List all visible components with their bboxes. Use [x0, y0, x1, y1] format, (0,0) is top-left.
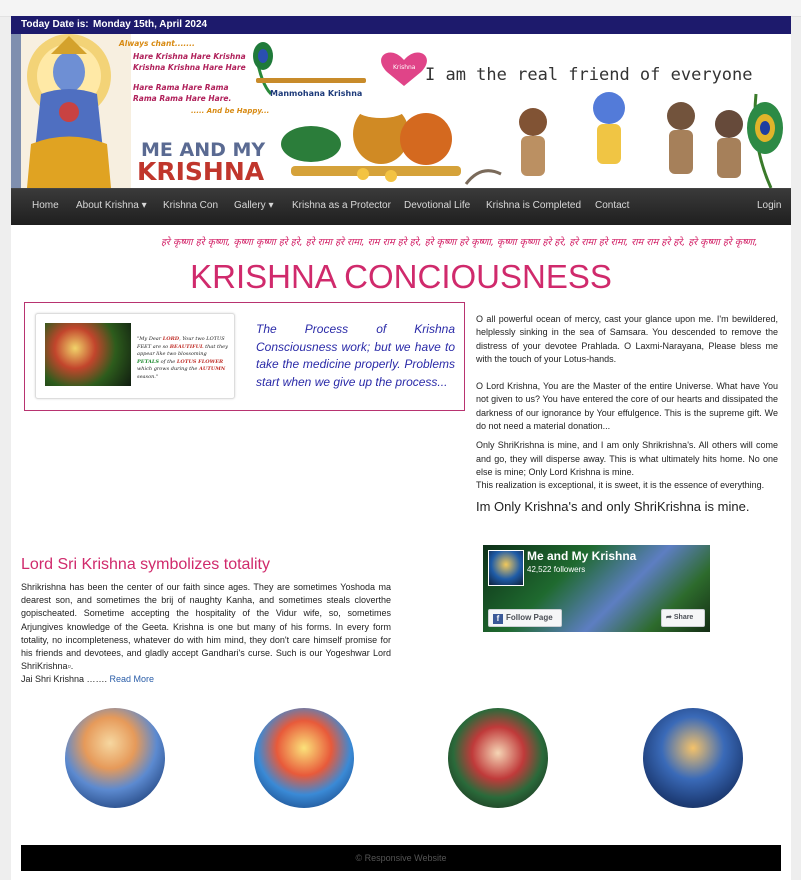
facebook-followers-count: 42,522 followers: [527, 565, 586, 574]
nav-gallery[interactable]: Gallery ▾: [234, 189, 273, 225]
date-label: Today Date is:: [21, 19, 89, 30]
facebook-page-widget[interactable]: Me and My Krishna 42,522 followers f Foll…: [483, 545, 710, 632]
nav-home[interactable]: Home: [32, 189, 59, 225]
prayer-paragraph-3: Only ShriKrishna is mine, and I am only …: [476, 440, 778, 477]
butter-pots-image: [281, 102, 502, 185]
facebook-icon: f: [493, 614, 503, 624]
browser-top-strip: [0, 0, 801, 17]
nav-krishna-protector[interactable]: Krishna as a Protector: [292, 189, 391, 225]
krishna-process-quote: The Process of Krishna Consciousness wor…: [256, 322, 455, 389]
brand-line-2: KRISHNA: [137, 157, 265, 186]
nav-devotional-life[interactable]: Devotional Life: [404, 189, 470, 225]
site-footer: © Responsive Website: [21, 845, 781, 871]
prayer-paragraph-1: O all powerful ocean of mercy, cast your…: [476, 314, 778, 364]
quote-box: "My Dear LORD, Your two LOTUS FEET are s…: [24, 302, 465, 411]
banner-tagline: I am the real friend of everyone: [425, 65, 753, 85]
nav-krishna-con[interactable]: Krishna Con: [163, 189, 218, 225]
krishna-closeup-image[interactable]: [448, 708, 548, 808]
chant-line-6: ..... And be Happy...: [191, 107, 269, 115]
banner-artwork: Always chant....... Hare Krishna Hare Kr…: [11, 34, 783, 188]
krishna-cow-image[interactable]: [643, 708, 743, 808]
prayer-column: O all powerful ocean of mercy, cast your…: [476, 313, 778, 493]
nav-login[interactable]: Login: [757, 189, 781, 225]
chant-line-3: Krishna Krishna Hare Hare: [133, 63, 246, 72]
heart-icon: Krishna: [381, 52, 427, 86]
thumbnail-caption: "My Dear LORD, Your two LOTUS FEET are s…: [137, 336, 228, 380]
section-body: Shrikrishna has been the center of our f…: [21, 581, 391, 687]
lotus-feet-thumbnail[interactable]: "My Dear LORD, Your two LOTUS FEET are s…: [35, 313, 235, 399]
nav-about-krishna[interactable]: About Krishna ▾: [76, 189, 147, 225]
date-bar: Today Date is: Monday 15th, April 2024: [11, 16, 791, 34]
prayer-paragraph-2: O Lord Krishna, You are the Master of th…: [476, 381, 778, 432]
header-banner: Always chant....... Hare Krishna Hare Kr…: [11, 34, 791, 188]
flute-caption: Manmohana Krishna: [270, 89, 362, 98]
nav-contact[interactable]: Contact: [595, 189, 629, 225]
section-closing: Jai Shri Krishna …….: [21, 674, 110, 685]
share-arrow-icon: ➦: [666, 614, 672, 621]
chant-line-5: Rama Rama Hare Hare.: [133, 94, 231, 103]
nav-krishna-completed[interactable]: Krishna is Completed: [486, 189, 581, 225]
peacock-feather-image: [747, 93, 783, 188]
section-body-text: Shrikrishna has been the center of our f…: [21, 582, 391, 672]
page-container: Today Date is: Monday 15th, April 2024 A…: [11, 16, 791, 880]
krishna-portrait-image: [11, 34, 131, 188]
section-title: Lord Sri Krishna symbolizes totality: [21, 556, 270, 573]
date-value: Monday 15th, April 2024: [93, 19, 208, 30]
affirmation-text: Im Only Krishna's and only ShriKrishna i…: [476, 499, 750, 514]
facebook-page-avatar: [488, 550, 524, 586]
chant-line-4: Hare Rama Hare Rama: [133, 83, 229, 92]
flute-feather-image: Manmohana Krishna: [253, 42, 366, 98]
prayer-paragraph-4: This realization is exceptional, it is s…: [476, 480, 765, 491]
facebook-follow-button[interactable]: f Follow Page: [488, 609, 562, 627]
page-title: KRISHNA CONCIOUSNESS: [190, 258, 612, 295]
facebook-page-name[interactable]: Me and My Krishna: [527, 549, 636, 563]
heart-label: Krishna: [393, 64, 416, 71]
hare-krishna-marquee: हरे कृष्णा हरे कृष्णा, कृष्णा कृष्णा हरे…: [161, 237, 758, 248]
chant-line-2: Hare Krishna Hare Krishna: [133, 52, 246, 61]
child-figures-image: [519, 92, 743, 178]
read-more-link[interactable]: Read More: [110, 674, 155, 684]
krishna-ganesha-image[interactable]: [65, 708, 165, 808]
main-navbar: Home About Krishna ▾ Krishna Con Gallery…: [11, 188, 791, 225]
krishna-flute-image[interactable]: [254, 708, 354, 808]
facebook-share-button[interactable]: ➦ Share: [661, 609, 705, 627]
krishna-image: [45, 323, 131, 386]
chant-line-1: Always chant.......: [118, 39, 195, 48]
